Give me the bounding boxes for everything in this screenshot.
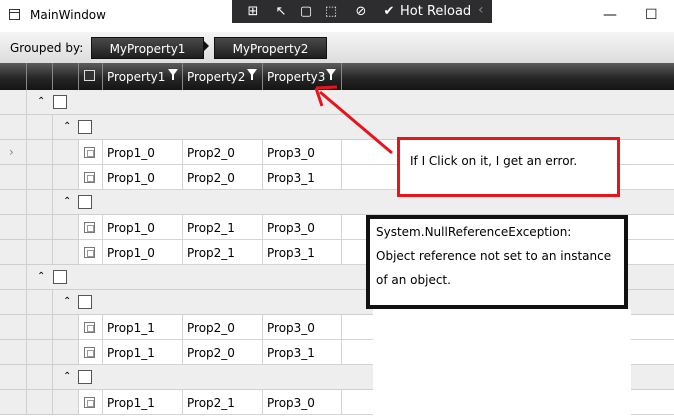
click-error-note: If I Click on it, I get an error. — [397, 137, 620, 197]
exception-note: System.NullReferenceException: Object re… — [366, 215, 628, 309]
exception-type-text: System.NullReferenceException: — [376, 225, 572, 239]
exception-message-text: Object reference not set to an instance — [376, 249, 612, 263]
red-arrow-icon — [314, 85, 393, 155]
click-error-note-text: If I Click on it, I get an error. — [410, 154, 578, 168]
exception-message-text-cont: of an object. — [376, 273, 451, 287]
annotation-backdrop — [373, 309, 631, 417]
